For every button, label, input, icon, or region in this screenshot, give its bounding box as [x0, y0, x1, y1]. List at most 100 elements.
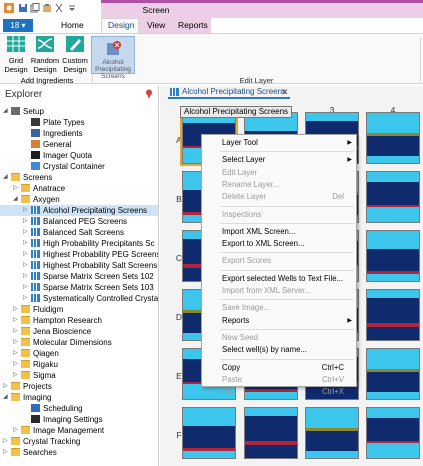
menu-item-edit-layer[interactable]: Edit Layer: [222, 167, 354, 179]
customize-quick-access-icon[interactable]: [67, 3, 77, 13]
expand-arrow-icon[interactable]: ▷: [13, 370, 21, 381]
expand-arrow-icon[interactable]: ▷: [23, 205, 31, 216]
tree-item-molecular-dimensions[interactable]: ▷ Molecular Dimensions: [13, 337, 112, 348]
tree-item-image-management[interactable]: ▷ Image Management: [13, 425, 104, 436]
expand-arrow-icon[interactable]: ▷: [23, 271, 31, 282]
menu-item-export-to-xml-screen[interactable]: Export to XML Screen...: [222, 238, 354, 250]
collapse-arrow-icon[interactable]: ◢: [3, 172, 11, 183]
tree-item-imaging-settings[interactable]: Imaging Settings: [23, 414, 103, 425]
tree-item-high-probability-precipitants-sc[interactable]: ▷ High Probability Precipitants Sc: [23, 238, 155, 249]
tree-item-jena-bioscience[interactable]: ▷ Jena Bioscience: [13, 326, 91, 337]
well-F3[interactable]: [305, 407, 359, 459]
tree-item-highest-probability-salt-screens[interactable]: ▷ Highest Probability Salt Screens: [23, 260, 157, 271]
expand-arrow-icon[interactable]: ▷: [13, 359, 21, 370]
expand-arrow-icon[interactable]: ▷: [23, 260, 31, 271]
tree-item-balanced-salt-screens[interactable]: ▷ Balanced Salt Screens: [23, 227, 124, 238]
menu-item-delete-layer[interactable]: Delete Layer Del: [222, 191, 354, 203]
tree-item-screens[interactable]: ◢ Screens: [3, 172, 52, 183]
well-F2[interactable]: [244, 407, 298, 459]
expand-arrow-icon[interactable]: ▷: [13, 348, 21, 359]
expand-arrow-icon[interactable]: ▷: [13, 315, 21, 326]
well-F1[interactable]: [182, 407, 236, 459]
collapse-arrow-icon[interactable]: ◢: [13, 194, 21, 205]
expand-arrow-icon[interactable]: ▷: [13, 326, 21, 337]
copy-icon[interactable]: [30, 3, 40, 13]
well-B4[interactable]: [366, 171, 420, 223]
menu-item-import-xml-screen[interactable]: Import XML Screen...: [222, 226, 354, 238]
well-E4[interactable]: [366, 348, 420, 400]
menu-item-cut[interactable]: Cut Ctrl+X: [222, 386, 354, 398]
tree-item-imager-quota[interactable]: Imager Quota: [23, 150, 92, 161]
menu-item-layer-tool[interactable]: Layer Tool ▶: [222, 137, 354, 149]
tab-alcohol-precipitating-screens[interactable]: Alcohol Precipitating Screens ✕: [168, 86, 290, 99]
tab-view[interactable]: View: [147, 20, 165, 30]
tree-item-projects[interactable]: ▷ Projects: [3, 381, 52, 392]
tree-item-sparse-matrix-screen-sets-103[interactable]: ▷ Sparse Matrix Screen Sets 103: [23, 282, 154, 293]
menu-item-save-image[interactable]: Save Image...: [222, 302, 354, 314]
menu-item-rename-layer[interactable]: Rename Layer...: [222, 179, 354, 191]
menu-item-import-from-xml-server[interactable]: Import from XML Server...: [222, 285, 354, 297]
tree-item-hampton-research[interactable]: ▷ Hampton Research: [13, 315, 102, 326]
expand-arrow-icon[interactable]: ▷: [3, 436, 11, 447]
tree-item-highest-probability-peg-screens[interactable]: ▷ Highest Probability PEG Screens: [23, 249, 158, 260]
menu-item-new-seed[interactable]: New Seed: [222, 332, 354, 344]
collapse-arrow-icon[interactable]: ◢: [3, 392, 11, 403]
tree-item-searches[interactable]: ▷ Searches: [3, 447, 57, 458]
menu-item-paste[interactable]: Paste Ctrl+V: [222, 374, 354, 386]
custom-design-button[interactable]: Custom Design: [60, 35, 90, 74]
menu-item-export-scores[interactable]: Export Scores: [222, 255, 354, 267]
menu-item-export-selected-wells-to-text-file[interactable]: Export selected Wells to Text File...: [222, 273, 354, 285]
tree-item-general[interactable]: General: [23, 139, 71, 150]
expand-arrow-icon[interactable]: ▷: [23, 249, 31, 260]
tree-item-fluidigm[interactable]: ▷ Fluidigm: [13, 304, 63, 315]
tree-item-balanced-peg-screens[interactable]: ▷ Balanced PEG Screens: [23, 216, 127, 227]
tab-design[interactable]: Design: [108, 20, 134, 30]
tree-item-anatrace[interactable]: ▷ Anatrace: [13, 183, 65, 194]
menu-item-copy[interactable]: Copy Ctrl+C: [222, 362, 354, 374]
well-A4[interactable]: [366, 112, 420, 164]
tab-home[interactable]: Home: [61, 20, 84, 30]
menu-item-select-layer[interactable]: Select Layer ▶: [222, 154, 354, 166]
tree-item-scheduling[interactable]: Scheduling: [23, 403, 83, 414]
expand-arrow-icon[interactable]: ▷: [13, 304, 21, 315]
tab-reports[interactable]: Reports: [178, 20, 208, 30]
menu-item-reports[interactable]: Reports ▶: [222, 315, 354, 327]
expand-arrow-icon[interactable]: ▷: [23, 293, 31, 304]
expand-arrow-icon[interactable]: ▷: [3, 381, 11, 392]
tree-item-rigaku[interactable]: ▷ Rigaku: [13, 359, 58, 370]
tree-item-crystal-tracking[interactable]: ▷ Crystal Tracking: [3, 436, 80, 447]
paste-icon[interactable]: [42, 3, 52, 13]
tree-item-crystal-container[interactable]: Crystal Container: [23, 161, 105, 172]
pin-icon[interactable]: [145, 89, 153, 99]
well-C4[interactable]: [366, 230, 420, 282]
tree-item-ingredients[interactable]: Ingredients: [23, 128, 83, 139]
expand-arrow-icon[interactable]: ▷: [23, 216, 31, 227]
well-F4[interactable]: [366, 407, 420, 459]
cut-icon[interactable]: [54, 3, 64, 13]
random-design-button[interactable]: Random Design: [30, 35, 60, 74]
expand-arrow-icon[interactable]: ▷: [23, 238, 31, 249]
expand-arrow-icon[interactable]: ▷: [23, 282, 31, 293]
tree-item-sparse-matrix-screen-sets-102[interactable]: ▷ Sparse Matrix Screen Sets 102: [23, 271, 154, 282]
save-icon[interactable]: [18, 3, 28, 13]
expand-arrow-icon[interactable]: ▷: [3, 447, 11, 458]
expand-arrow-icon[interactable]: ▷: [23, 227, 31, 238]
tree-item-sigma[interactable]: ▷ Sigma: [13, 370, 56, 381]
well-D4[interactable]: [366, 289, 420, 341]
expand-arrow-icon[interactable]: ▷: [13, 425, 21, 436]
tree-item-systematically-controlled-crysta[interactable]: ▷ Systematically Controlled Crysta: [23, 293, 158, 304]
menu-item-inspections[interactable]: Inspections: [222, 209, 354, 221]
tree-item-setup[interactable]: ◢ Setup: [3, 106, 44, 117]
layer-button[interactable]: Alcohol Precipitating Screens: [91, 36, 135, 80]
file-menu-button[interactable]: 18 ▾: [3, 19, 33, 32]
expand-arrow-icon[interactable]: ▷: [13, 337, 21, 348]
close-icon[interactable]: ✕: [281, 86, 289, 98]
menu-item-select-well-s-by-name[interactable]: Select well(s) by name...: [222, 344, 354, 356]
tree-item-plate-types[interactable]: Plate Types: [23, 117, 85, 128]
tree-item-axygen[interactable]: ◢ Axygen: [13, 194, 60, 205]
tree-item-alcohol-precipitating-screens[interactable]: ▷ Alcohol Precipitating Screens: [0, 205, 158, 216]
grid-design-button[interactable]: Grid Design: [2, 35, 30, 74]
collapse-arrow-icon[interactable]: ◢: [3, 106, 11, 117]
expand-arrow-icon[interactable]: ▷: [13, 183, 21, 194]
tree-item-qiagen[interactable]: ▷ Qiagen: [13, 348, 59, 359]
